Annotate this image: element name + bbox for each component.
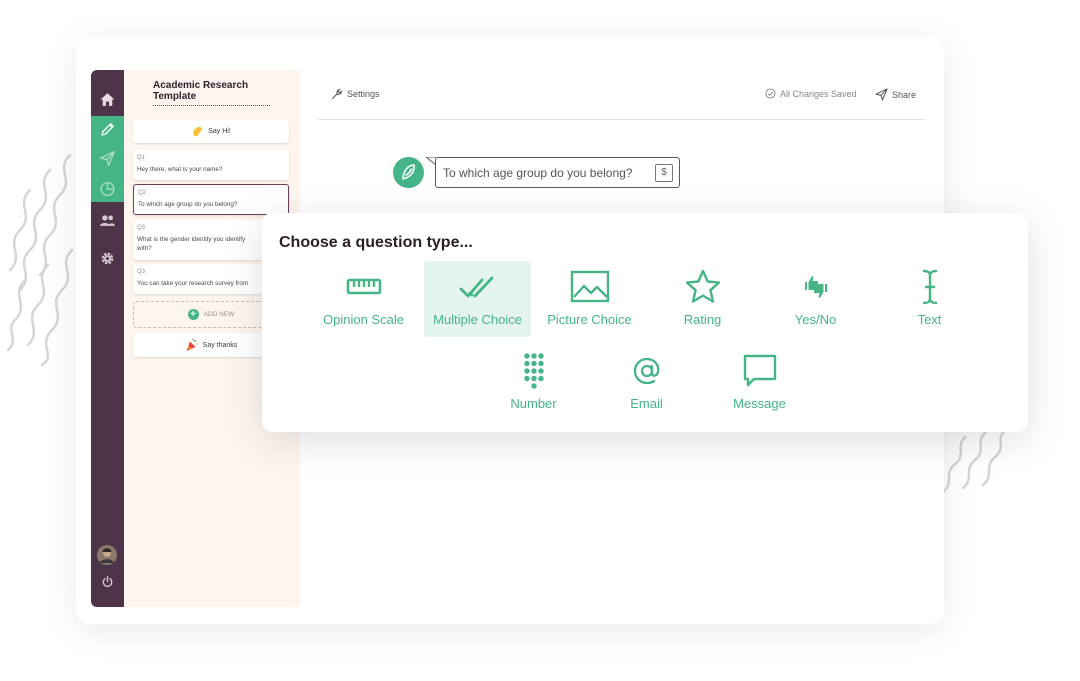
pie-chart-icon[interactable] [99,180,116,197]
bot-avatar [393,157,424,188]
star-icon [685,269,720,303]
picture-icon [570,270,609,303]
question-type-picker: Choose a question type... Opinion Scale … [262,213,1028,432]
type-label: Number [510,396,557,411]
question-text: What is the gender identity you identify [137,236,246,243]
save-status: All Changes Saved [765,88,857,99]
plus-icon: + [187,309,199,320]
wrench-icon [331,88,343,100]
question-number: Q3 [137,225,146,231]
waving-hand-icon [193,125,203,136]
header-divider [318,119,925,120]
variable-button[interactable]: $ [655,164,673,182]
type-number[interactable]: Number [480,345,587,421]
type-email[interactable]: Email [593,345,700,421]
type-label: Text [917,312,942,327]
text-cursor-icon [922,269,937,305]
form-title[interactable]: Academic Research Template [153,80,270,106]
add-new-label: ADD NEW [203,311,235,318]
avatar[interactable] [96,544,118,566]
keypad-icon [523,353,544,389]
type-label: Multiple Choice [433,312,522,327]
question-number: Q1 [137,155,146,161]
send-icon [875,88,888,101]
users-icon[interactable] [99,212,116,229]
bot-logo-icon [402,164,415,180]
double-check-icon [459,276,493,298]
thumbs-up-down-icon [804,276,827,298]
type-label: Rating [683,312,722,327]
decorative-waves [6,153,74,367]
type-rating[interactable]: Rating [649,261,756,337]
type-opinion-scale[interactable]: Opinion Scale [310,261,417,337]
type-text[interactable]: Text [876,261,983,337]
question-text: You can take your research survey from [137,280,249,287]
home-icon[interactable] [99,91,116,108]
ruler-icon [346,278,381,295]
decorative-waves [941,428,1007,494]
type-message[interactable]: Message [706,345,813,421]
question-text-line2: with? [137,245,152,252]
check-circle-icon [765,88,776,99]
share-button[interactable]: Share [875,88,916,101]
settings-button[interactable]: Settings [331,88,380,100]
type-multiple-choice[interactable]: Multiple Choice [424,261,531,337]
type-label: Picture Choice [547,312,632,327]
nav-rail [91,70,124,607]
type-picture-choice[interactable]: Picture Choice [536,261,643,337]
question-text: To which age group do you belong? [443,165,633,180]
send-icon[interactable] [99,150,116,167]
question-text: To which age group do you belong? [138,201,238,208]
question-number: Q2 [138,190,147,196]
save-status-label: All Changes Saved [780,88,857,99]
picker-title: Choose a question type... [279,234,473,251]
type-label: Opinion Scale [323,312,404,327]
type-yes-no[interactable]: Yes/No [762,261,869,337]
question-card-selected[interactable]: Q2 To which age group do you belong? [133,184,289,215]
speech-bubble-icon [743,354,776,387]
type-label: Email [630,396,663,411]
question-card[interactable]: Q1 Hey there, what is your name? [133,150,289,180]
welcome-label: Say Hi! [208,127,231,135]
pencil-icon[interactable] [99,121,116,138]
type-label: Yes/No [794,312,837,327]
thank-you-label: Say thanks [202,341,238,349]
question-text: Hey there, what is your name? [137,166,223,173]
question-number: Q3 [137,269,146,275]
gear-icon[interactable] [99,250,116,267]
question-text-input[interactable]: To which age group do you belong? $ [435,157,680,188]
welcome-screen-card[interactable]: Say Hi! [133,119,289,143]
type-label: Message [733,396,786,411]
party-popper-icon [186,338,198,351]
screen: Academic Research Template Say Hi! Q1 He… [0,0,1080,681]
settings-label: Settings [347,89,380,99]
power-icon[interactable] [101,575,114,588]
at-sign-icon [633,357,659,385]
share-label: Share [892,89,917,100]
